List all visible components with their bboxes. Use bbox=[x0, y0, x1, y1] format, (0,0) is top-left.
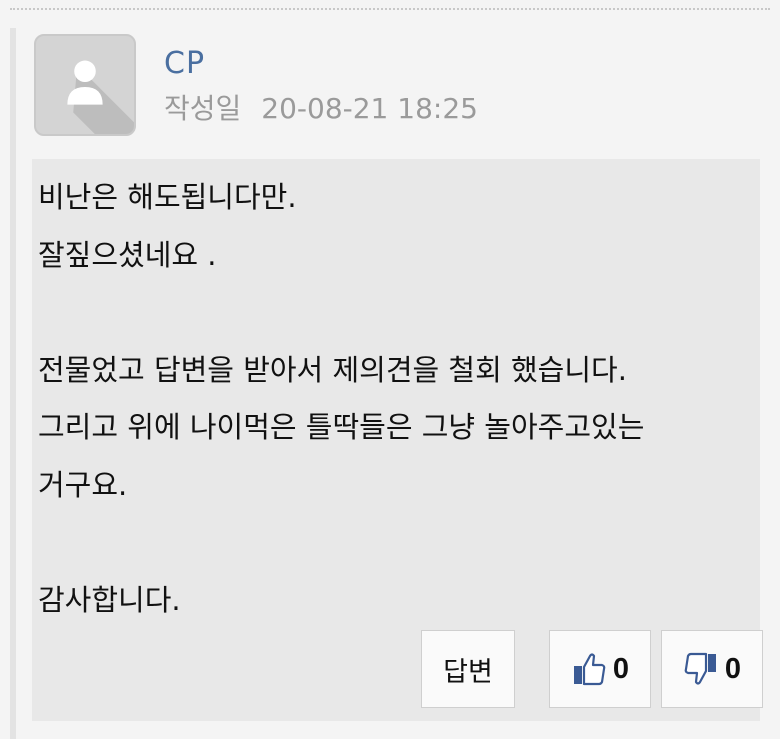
dislike-button[interactable]: 0 bbox=[661, 630, 763, 708]
author-avatar[interactable] bbox=[34, 34, 136, 136]
date-label: 작성일 bbox=[164, 92, 242, 125]
default-user-icon bbox=[67, 60, 134, 134]
comment-body-text: 비난은 해도됩니다만. 잘짚으셨네요 . 전물었고 답변을 받아서 제의견을 철… bbox=[38, 169, 754, 629]
comment-date: 20-08-21 18:25 bbox=[261, 92, 478, 125]
reply-button-label: 답변 bbox=[443, 656, 493, 688]
body-line: 그리고 위에 나이먹은 틀딱들은 그냥 놀아주고있는 bbox=[38, 410, 645, 444]
thumbs-down-icon bbox=[684, 652, 716, 685]
body-line bbox=[38, 284, 754, 342]
body-line: 비난은 해도됩니다만. bbox=[38, 180, 297, 214]
reply-button[interactable]: 답변 bbox=[421, 630, 515, 708]
thumbs-up-icon bbox=[573, 653, 606, 686]
body-line: 거구요. bbox=[38, 467, 128, 502]
body-line: 잘짚으셨네요 . bbox=[38, 237, 217, 272]
dislike-count: 0 bbox=[724, 652, 742, 685]
author-name[interactable]: CP bbox=[164, 46, 205, 81]
top-dotted-divider bbox=[10, 8, 770, 10]
like-button[interactable]: 0 bbox=[549, 630, 651, 708]
body-line: 전물었고 답변을 받아서 제의견을 철회 했습니다. bbox=[38, 352, 627, 387]
body-line bbox=[38, 514, 754, 572]
comment-item: CP 작성일 20-08-21 18:25 비난은 해도됩니다만. 잘짚으셨네요 … bbox=[10, 28, 770, 739]
body-line: 감사합니다. bbox=[38, 582, 181, 617]
comment-meta: 작성일 20-08-21 18:25 bbox=[164, 87, 478, 127]
like-count: 0 bbox=[612, 652, 630, 685]
